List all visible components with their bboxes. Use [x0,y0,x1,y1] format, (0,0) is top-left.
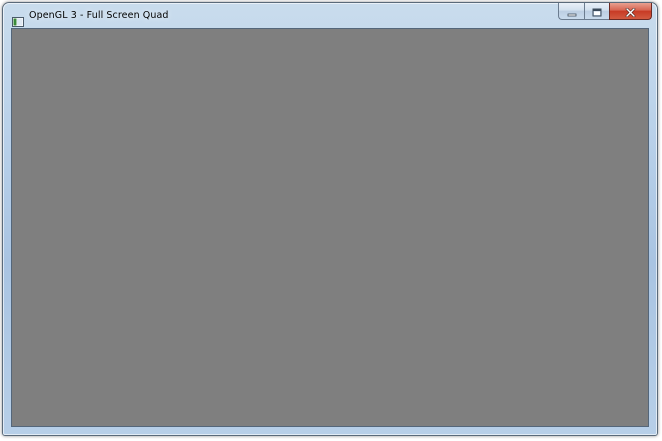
app-window: OpenGL 3 - Full Screen Quad [2,2,658,436]
minimize-button[interactable] [558,3,584,20]
maximize-button[interactable] [584,3,609,20]
caption-buttons [558,3,652,21]
application-window-icon[interactable] [12,12,24,27]
close-button[interactable] [609,3,652,20]
window-title: OpenGL 3 - Full Screen Quad [29,10,169,21]
opengl-render-area[interactable] [11,28,649,427]
close-icon [625,2,636,21]
minimize-icon [567,2,577,21]
maximize-icon [592,2,602,21]
title-bar[interactable]: OpenGL 3 - Full Screen Quad [3,3,657,27]
